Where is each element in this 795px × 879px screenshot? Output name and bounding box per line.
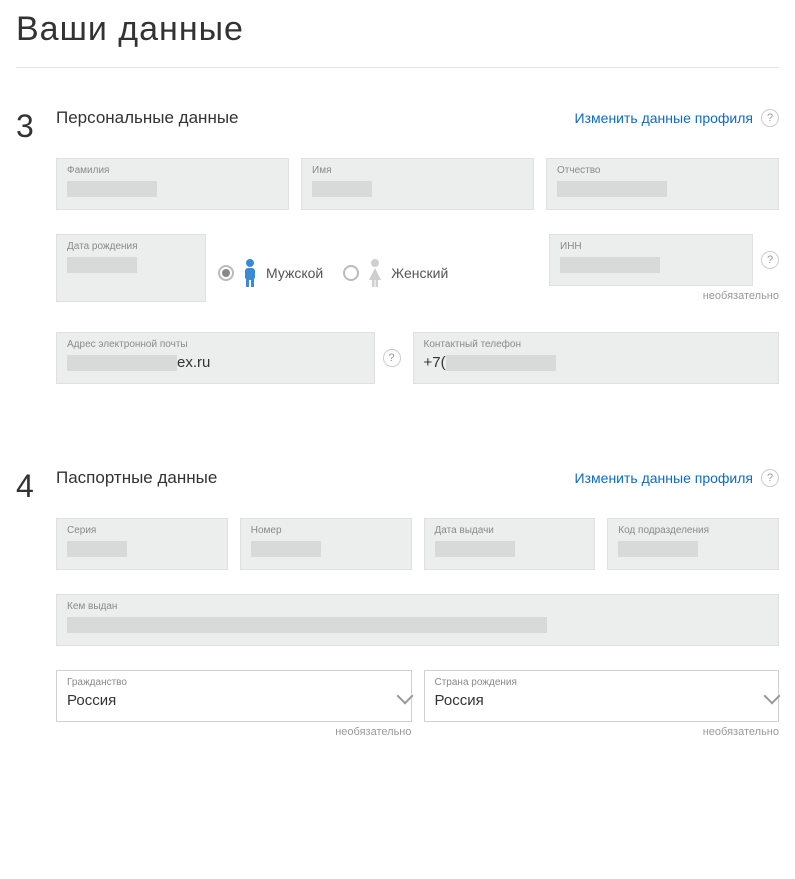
citizenship-value: Россия: [67, 692, 116, 709]
issue-date-field[interactable]: Дата выдачи: [424, 518, 596, 570]
birth-country-select[interactable]: Страна рождения Россия: [424, 670, 780, 722]
step-number-3: 3: [16, 108, 56, 408]
section-passport: 4 Паспортные данные Изменить данные проф…: [16, 468, 779, 762]
issued-by-label: Кем выдан: [67, 601, 768, 612]
patronymic-label: Отчество: [557, 165, 768, 176]
step-number-4: 4: [16, 468, 56, 762]
section-title-passport: Паспортные данные: [56, 468, 217, 488]
number-field[interactable]: Номер: [240, 518, 412, 570]
surname-field[interactable]: Фамилия: [56, 158, 289, 210]
help-icon[interactable]: ?: [761, 109, 779, 127]
edit-profile-link[interactable]: Изменить данные профиля ?: [575, 469, 779, 487]
help-icon[interactable]: ?: [761, 251, 779, 269]
email-field[interactable]: Адрес электронной почты ex.ru: [56, 332, 375, 384]
gender-female-radio[interactable]: Женский: [343, 258, 448, 288]
phone-label: Контактный телефон: [424, 339, 769, 350]
dept-code-label: Код подразделения: [618, 525, 768, 536]
edit-profile-link[interactable]: Изменить данные профиля ?: [575, 109, 779, 127]
gender-group: Мужской Женский: [218, 234, 537, 302]
page-title: Ваши данные: [16, 10, 779, 49]
radio-icon: [343, 265, 359, 281]
phone-field[interactable]: Контактный телефон +7(: [413, 332, 780, 384]
email-suffix: ex.ru: [177, 354, 210, 371]
optional-hint: необязательно: [56, 726, 412, 738]
name-label: Имя: [312, 165, 523, 176]
dob-field[interactable]: Дата рождения: [56, 234, 206, 302]
edit-profile-label: Изменить данные профиля: [575, 470, 753, 486]
male-label: Мужской: [266, 265, 323, 281]
divider: [16, 67, 779, 68]
birth-country-label: Страна рождения: [435, 677, 769, 688]
female-icon: [365, 258, 385, 288]
help-icon[interactable]: ?: [383, 349, 401, 367]
surname-label: Фамилия: [67, 165, 278, 176]
radio-icon: [218, 265, 234, 281]
dept-code-field[interactable]: Код подразделения: [607, 518, 779, 570]
section-title-personal: Персональные данные: [56, 108, 239, 128]
name-field[interactable]: Имя: [301, 158, 534, 210]
dob-label: Дата рождения: [67, 241, 195, 252]
patronymic-field[interactable]: Отчество: [546, 158, 779, 210]
inn-label: ИНН: [560, 241, 742, 252]
help-icon[interactable]: ?: [761, 469, 779, 487]
issue-date-label: Дата выдачи: [435, 525, 585, 536]
inn-field[interactable]: ИНН: [549, 234, 753, 286]
edit-profile-label: Изменить данные профиля: [575, 110, 753, 126]
issued-by-field[interactable]: Кем выдан: [56, 594, 779, 646]
male-icon: [240, 258, 260, 288]
birth-country-value: Россия: [435, 692, 484, 709]
series-field[interactable]: Серия: [56, 518, 228, 570]
gender-male-radio[interactable]: Мужской: [218, 258, 323, 288]
email-label: Адрес электронной почты: [67, 339, 364, 350]
section-personal: 3 Персональные данные Изменить данные пр…: [16, 108, 779, 408]
female-label: Женский: [391, 265, 448, 281]
phone-prefix: +7(: [424, 354, 446, 371]
optional-hint: необязательно: [549, 290, 779, 302]
number-label: Номер: [251, 525, 401, 536]
series-label: Серия: [67, 525, 217, 536]
citizenship-label: Гражданство: [67, 677, 401, 688]
optional-hint: необязательно: [424, 726, 780, 738]
citizenship-select[interactable]: Гражданство Россия: [56, 670, 412, 722]
